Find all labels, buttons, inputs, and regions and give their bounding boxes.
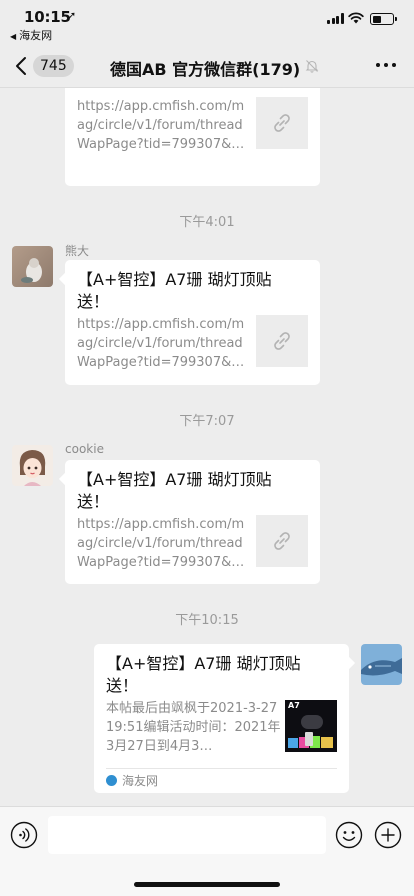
mute-bell-icon <box>305 60 319 73</box>
link-thumbnail <box>256 515 308 567</box>
timestamp: 下午4:01 <box>179 215 235 230</box>
link-message-bubble[interactable]: 【A+智控】A7珊 瑚灯顶贴 送！ https://app.cmfish.com/… <box>58 260 320 385</box>
link-thumbnail: A7 <box>285 700 337 752</box>
back-to-app-link[interactable]: ◀ 海友网 <box>10 27 52 43</box>
message-list[interactable]: 送！ https://app.cmfish.com/mag/circle/v1/… <box>0 88 414 806</box>
message-input[interactable] <box>48 816 326 854</box>
emoji-icon[interactable] <box>335 821 363 849</box>
link-icon <box>274 332 290 350</box>
sender-name: 熊大 <box>65 244 90 258</box>
cellular-signal-icon <box>327 13 344 24</box>
plus-icon[interactable] <box>374 821 402 849</box>
sender-name: cookie <box>65 442 104 456</box>
link-icon <box>274 532 290 550</box>
avatar[interactable] <box>361 644 402 685</box>
link-thumbnail <box>256 97 308 149</box>
link-title: 送！ <box>77 88 247 92</box>
location-arrow-icon: ➚ <box>67 9 77 22</box>
link-message-bubble[interactable]: 送！ https://app.cmfish.com/mag/circle/v1/… <box>65 88 320 186</box>
chat-header: 745 德国AB 官方微信群(179) <box>0 44 414 88</box>
app-source-name: 海友网 <box>122 774 159 788</box>
avatar[interactable] <box>12 246 53 287</box>
thumbnail-label: A7 <box>288 701 300 710</box>
back-app-label: 海友网 <box>19 29 53 42</box>
wifi-icon <box>348 12 364 24</box>
app-source-icon <box>106 775 117 786</box>
home-indicator <box>134 882 280 887</box>
avatar[interactable] <box>12 445 53 486</box>
voice-icon[interactable] <box>10 821 38 849</box>
timestamp: 下午7:07 <box>179 414 235 429</box>
link-message-bubble[interactable]: 【A+智控】A7珊 瑚灯顶贴 送！ https://app.cmfish.com/… <box>58 460 320 584</box>
link-url: https://app.cmfish.com/mag/circle/v1/for… <box>77 317 245 370</box>
battery-icon <box>370 13 397 25</box>
chevron-left-icon[interactable] <box>12 55 32 77</box>
link-title: 【A+智控】A7珊 瑚灯顶贴 送！ <box>77 270 272 311</box>
timestamp: 下午10:15 <box>175 613 239 628</box>
status-time: 10:15 <box>24 8 71 26</box>
link-url: https://app.cmfish.com/mag/circle/v1/for… <box>77 517 245 570</box>
app-link-message-bubble[interactable]: 【A+智控】A7珊 瑚灯顶贴 送！ 本帖最后由飒枫于2021-3-2719:51编… <box>94 644 356 793</box>
link-url: https://app.cmfish.com/mag/circle/v1/for… <box>77 99 245 152</box>
back-triangle-icon: ◀ <box>10 32 17 41</box>
chat-title: 德国AB 官方微信群(179) <box>110 60 301 79</box>
more-icon[interactable] <box>376 63 396 69</box>
link-thumbnail <box>256 315 308 367</box>
link-title: 【A+智控】A7珊 瑚灯顶贴 送！ <box>106 654 301 695</box>
link-icon <box>274 114 290 132</box>
link-title: 【A+智控】A7珊 瑚灯顶贴 送！ <box>77 470 272 511</box>
unread-count-badge[interactable]: 745 <box>33 55 74 77</box>
link-description: 本帖最后由飒枫于2021-3-2719:51编辑活动时间：2021年3月27日到… <box>106 701 281 754</box>
status-bar: 10:15 ➚ ◀ 海友网 <box>0 0 414 44</box>
